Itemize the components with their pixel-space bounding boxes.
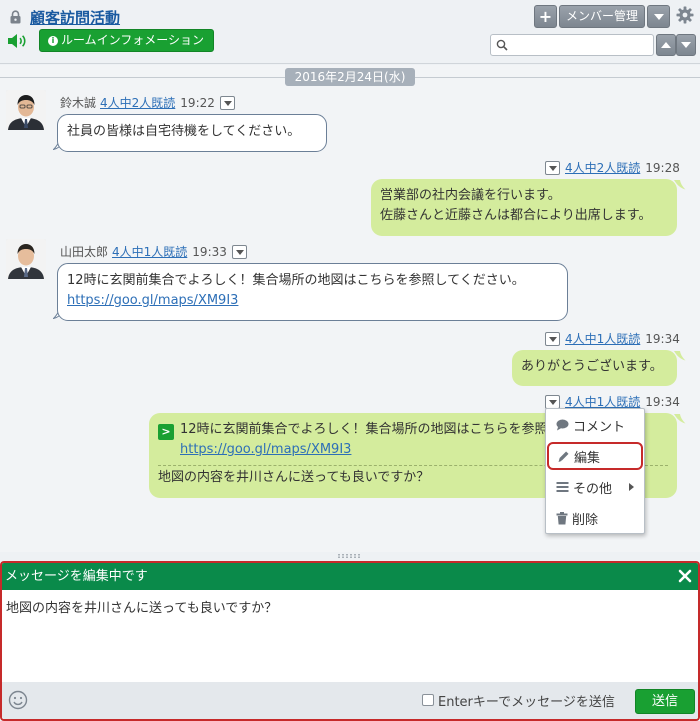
- message-bubble[interactable]: 社員の皆様は自宅待機をしてください。: [57, 114, 327, 152]
- read-receipt-link[interactable]: 4人中2人既読: [565, 159, 640, 176]
- bubble-tail: [674, 180, 686, 190]
- search-field[interactable]: [490, 34, 654, 56]
- message-meta: 4人中1人既読 19:34: [545, 330, 680, 347]
- edit-message-panel: メッセージを編集中です 地図の内容を井川さんに送っても良いですか？ Enterキ…: [0, 561, 700, 721]
- lock-icon: [10, 10, 21, 24]
- message-time: 19:28: [645, 160, 680, 175]
- search-input[interactable]: [511, 37, 649, 53]
- message-text: ありがとうございます。: [521, 359, 663, 374]
- avatar[interactable]: [6, 239, 46, 279]
- menu-item-comment[interactable]: コメント: [546, 411, 644, 439]
- avatar[interactable]: [6, 90, 46, 130]
- enter-send-label[interactable]: Enterキーでメッセージを送信: [438, 691, 615, 710]
- list-icon: [556, 482, 569, 492]
- smiley-icon[interactable]: [8, 690, 28, 710]
- sender-name: 山田太郎: [60, 245, 109, 259]
- trash-icon: [556, 511, 568, 524]
- chevron-down-icon: [654, 14, 664, 20]
- room-header: 顧客訪問活動 i ルームインフォメーション + メンバー管理: [0, 0, 700, 64]
- message-time: 19:34: [645, 331, 680, 346]
- menu-item-label: コメント: [573, 419, 626, 435]
- add-button[interactable]: +: [534, 5, 557, 28]
- menu-item-label: その他: [573, 481, 613, 497]
- menu-item-delete[interactable]: 削除: [546, 504, 644, 532]
- message-bubble[interactable]: 営業部の社内会議を行います。 佐藤さんと近藤さんは都合により出席します。: [371, 179, 677, 236]
- bubble-tail: [674, 351, 686, 361]
- message-meta: 山田太郎 4人中1人既読 19:33: [60, 243, 247, 260]
- room-title[interactable]: 顧客訪問活動: [30, 7, 120, 28]
- chevron-down-icon: [681, 42, 691, 48]
- resize-grip-icon[interactable]: [338, 554, 362, 558]
- message-editor-input[interactable]: 地図の内容を井川さんに送っても良いですか？: [2, 590, 698, 682]
- search-prev-button[interactable]: [656, 34, 676, 56]
- member-dropdown-button[interactable]: [647, 5, 670, 28]
- pencil-icon: [558, 451, 569, 462]
- map-link[interactable]: https://goo.gl/maps/XM9I3: [67, 293, 238, 308]
- message-bubble[interactable]: 12時に玄関前集合でよろしく！集合場所の地図はこちらを参照してください。 htt…: [57, 263, 568, 321]
- quote-icon: >: [158, 424, 174, 440]
- edit-panel-footer: Enterキーでメッセージを送信 送信: [2, 682, 698, 719]
- message-menu-button[interactable]: [545, 331, 560, 346]
- chevron-up-icon: [661, 42, 671, 48]
- menu-item-edit[interactable]: 編集: [547, 442, 643, 470]
- comment-icon: [556, 419, 569, 431]
- message-time: 19:34: [645, 394, 680, 409]
- info-icon: i: [48, 35, 58, 46]
- map-link[interactable]: https://goo.gl/maps/XM9I3: [180, 442, 351, 457]
- message-text: 12時に玄関前集合でよろしく！集合場所の地図はこちらを参照してください。: [67, 273, 525, 288]
- room-info-button[interactable]: i ルームインフォメーション: [39, 29, 215, 52]
- chevron-right-icon: [629, 483, 634, 491]
- message-context-menu: コメント 編集 その他 削除: [545, 408, 645, 534]
- message-text: 社員の皆様は自宅待機をしてください。: [67, 124, 301, 139]
- message-text: 佐藤さんと近藤さんは都合により出席します。: [380, 208, 652, 223]
- speaker-icon[interactable]: [7, 33, 29, 49]
- search-next-button[interactable]: [676, 34, 696, 56]
- message-time: 19:22: [180, 95, 215, 110]
- search-icon: [496, 39, 508, 51]
- message-menu-button[interactable]: [219, 95, 235, 110]
- avatar-suzuki-image: [6, 90, 46, 130]
- message-bubble[interactable]: ありがとうございます。: [512, 350, 677, 386]
- read-receipt-link[interactable]: 4人中1人既読: [565, 330, 640, 347]
- menu-item-label: 編集: [574, 450, 601, 466]
- bubble-tail: [674, 414, 686, 424]
- message-meta: 鈴木誠 4人中2人既読 19:22: [60, 94, 235, 111]
- close-icon[interactable]: [678, 569, 692, 583]
- message-menu-button[interactable]: [545, 160, 560, 175]
- read-receipt-link[interactable]: 4人中1人既読: [112, 243, 187, 260]
- message-text: 営業部の社内会議を行います。: [380, 188, 561, 203]
- gear-icon[interactable]: [676, 6, 694, 24]
- room-info-label: ルームインフォメーション: [61, 33, 205, 47]
- message-menu-button[interactable]: [231, 244, 247, 259]
- message-time: 19:33: [192, 244, 227, 259]
- read-receipt-link[interactable]: 4人中2人既読: [100, 94, 175, 111]
- enter-send-checkbox[interactable]: [422, 694, 434, 706]
- member-manage-button[interactable]: メンバー管理: [559, 5, 645, 28]
- menu-item-other[interactable]: その他: [546, 473, 644, 501]
- edit-panel-header: メッセージを編集中です: [2, 563, 698, 590]
- message-meta: 4人中2人既読 19:28: [545, 159, 680, 176]
- send-button[interactable]: 送信: [635, 689, 695, 714]
- avatar-yamada-image: [6, 239, 46, 279]
- message-menu-button[interactable]: [545, 394, 560, 409]
- menu-item-label: 削除: [572, 512, 599, 528]
- sender-name: 鈴木誠: [60, 96, 97, 110]
- edit-panel-title: メッセージを編集中です: [5, 569, 148, 584]
- date-badge: 2016年2月24日(水): [285, 68, 415, 86]
